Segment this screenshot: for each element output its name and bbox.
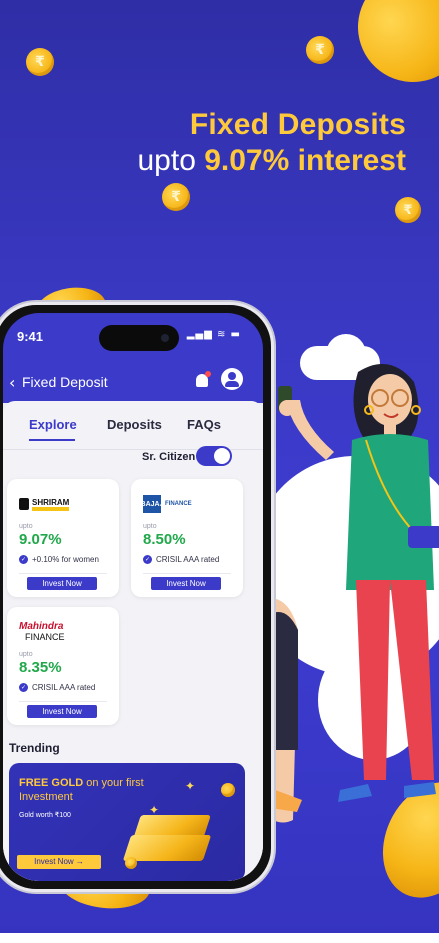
invest-now-button[interactable]: Invest Now <box>151 577 221 590</box>
upto-label: upto <box>143 523 157 530</box>
app-bar: ‹ Fixed Deposit <box>3 367 263 397</box>
rupee-coin-icon: ₹ <box>162 183 190 211</box>
bajaj-finance-logo: BAJAJ FINANCE <box>141 493 233 515</box>
sr-citizen-toggle[interactable] <box>196 446 232 466</box>
upto-label: upto <box>19 523 33 530</box>
promo-invest-now-button[interactable]: Invest Now → <box>17 855 101 869</box>
sr-citizen-label: Sr. Citizen <box>142 451 196 463</box>
tab-bar: Explore Deposits FAQs <box>3 413 263 450</box>
rupee-coin-icon: ₹ <box>395 197 421 223</box>
gold-bar-icon <box>122 835 212 861</box>
check-icon: ✓ <box>19 683 28 692</box>
bottom-strip <box>0 933 439 943</box>
cloud-shape <box>326 334 366 374</box>
mahindra-finance-logo: Mahindra FINANCE <box>19 621 65 642</box>
card-feature: ✓ +0.10% for women <box>19 555 99 564</box>
back-icon[interactable]: ‹ <box>9 373 15 392</box>
phone-mockup: 9:41 ▂▄▆ ≋ ▬ ‹ Fixed Deposit Explore Dep… <box>0 302 274 892</box>
large-coin-icon <box>337 0 439 103</box>
promo-banner: ₹ ₹ ₹ ₹ Fixed Deposits upto 9.07% intere… <box>0 0 439 943</box>
invest-now-button[interactable]: Invest Now <box>27 705 97 718</box>
large-coin-icon <box>364 766 439 914</box>
interest-rate: 8.35% <box>19 659 62 676</box>
fd-card-mahindra[interactable]: Mahindra FINANCE upto 8.35% ✓ CRISIL AAA … <box>7 607 119 725</box>
trending-heading: Trending <box>9 741 60 755</box>
sparkle-icon: ✦ <box>185 779 196 793</box>
card-feature: ✓ CRISIL AAA rated <box>143 555 220 564</box>
upto-label: upto <box>19 651 33 658</box>
background-shape <box>250 456 439 676</box>
tab-explore[interactable]: Explore <box>29 417 77 432</box>
fd-card-shriram[interactable]: SHRIRAM upto 9.07% ✓ +0.10% for women Inv… <box>7 479 119 597</box>
page-title: Fixed Deposit <box>22 374 108 390</box>
headline: Fixed Deposits upto 9.07% interest <box>137 108 406 178</box>
promo-subtitle: Investment <box>19 791 73 803</box>
rupee-coin-icon: ₹ <box>26 48 54 76</box>
background-shape <box>318 640 428 760</box>
check-icon: ✓ <box>143 555 152 564</box>
promo-title: FREE GOLD on your first <box>19 777 144 789</box>
card-feature: ✓ CRISIL AAA rated <box>19 683 96 692</box>
interest-rate: 8.50% <box>143 531 186 548</box>
shriram-logo: SHRIRAM <box>19 493 109 515</box>
free-gold-promo[interactable]: FREE GOLD on your first Investment Gold … <box>9 763 245 881</box>
tab-deposits[interactable]: Deposits <box>107 417 162 432</box>
profile-icon[interactable] <box>221 368 243 390</box>
active-tab-indicator <box>29 439 75 441</box>
bell-icon[interactable] <box>193 371 211 391</box>
main-content: Explore Deposits FAQs Sr. Citizen SHRIRA… <box>3 401 263 881</box>
headline-title: Fixed Deposits <box>189 108 406 141</box>
phone-notch <box>99 325 179 351</box>
fd-card-bajaj[interactable]: BAJAJ FINANCE upto 8.50% ✓ CRISIL AAA rat… <box>131 479 243 597</box>
headline-subtitle: upto 9.07% interest <box>137 144 406 177</box>
rupee-coin-icon: ₹ <box>306 36 334 64</box>
coin-icon <box>125 857 137 869</box>
status-time: 9:41 <box>17 329 44 344</box>
invest-now-button[interactable]: Invest Now <box>27 577 97 590</box>
phone-screen: 9:41 ▂▄▆ ≋ ▬ ‹ Fixed Deposit Explore Dep… <box>3 313 263 881</box>
status-icons: ▂▄▆ ≋ ▬ <box>186 329 241 340</box>
promo-note: Gold worth ₹100 <box>19 812 71 819</box>
coin-icon <box>221 783 235 797</box>
check-icon: ✓ <box>19 555 28 564</box>
interest-rate: 9.07% <box>19 531 62 548</box>
sparkle-icon: ✦ <box>149 803 160 817</box>
tab-faqs[interactable]: FAQs <box>187 417 221 432</box>
